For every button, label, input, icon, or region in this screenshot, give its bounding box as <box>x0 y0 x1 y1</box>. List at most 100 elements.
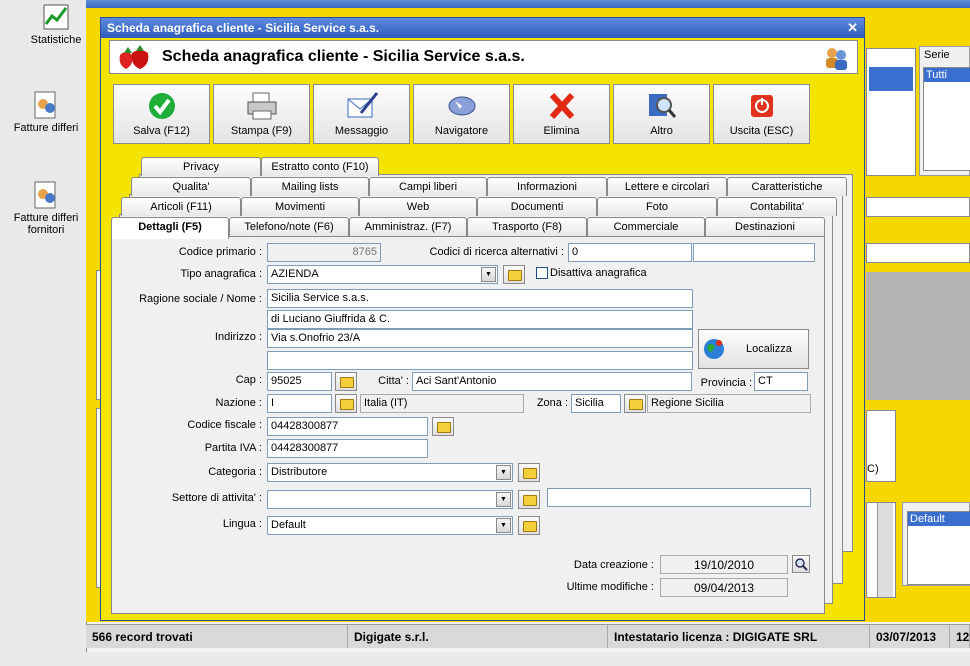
background-list[interactable] <box>866 48 916 176</box>
codice-primario-field: 8765 <box>267 243 381 262</box>
tab-documenti[interactable]: Documenti <box>477 197 597 216</box>
folder-icon[interactable] <box>335 372 357 391</box>
more-button[interactable]: Altro <box>613 84 710 144</box>
tab-caratteristiche[interactable]: Caratteristiche <box>727 177 847 196</box>
serie-list-item[interactable]: Tutti <box>924 68 970 82</box>
language-group: Default <box>902 502 970 586</box>
tab-amministrazione[interactable]: Amministraz. (F7) <box>349 217 467 236</box>
tab-mailing-lists[interactable]: Mailing lists <box>251 177 369 196</box>
ragione-sociale-label: Ragione sociale / Nome : <box>139 293 262 305</box>
chevron-down-icon[interactable]: ▼ <box>481 267 496 282</box>
language-list[interactable]: Default <box>907 511 970 585</box>
tab-campi-liberi[interactable]: Campi liberi <box>369 177 487 196</box>
dialog-header: Scheda anagrafica cliente - Sicilia Serv… <box>109 40 858 74</box>
disattiva-label: Disattiva anagrafica <box>550 267 647 279</box>
tab-destinazioni[interactable]: Destinazioni <box>705 217 825 236</box>
background-gray-area <box>866 272 970 400</box>
exit-button[interactable]: Uscita (ESC) <box>713 84 810 144</box>
zona-label: Zona : <box>536 397 568 409</box>
data-creazione-field: 19/10/2010 <box>660 555 788 574</box>
tab-estratto-conto[interactable]: Estratto conto (F10) <box>261 157 379 176</box>
tab-web[interactable]: Web <box>359 197 477 216</box>
chart-icon <box>43 4 69 30</box>
codici-ricerca-field-2[interactable] <box>693 243 815 262</box>
categoria-label: Categoria : <box>208 466 262 478</box>
tab-contabilita[interactable]: Contabilita' <box>717 197 837 216</box>
folder-icon[interactable] <box>518 490 540 509</box>
nazione-field[interactable]: I <box>267 394 332 413</box>
citta-field[interactable]: Aci Sant'Antonio <box>412 372 692 391</box>
background-box: C) <box>866 410 896 482</box>
provincia-field[interactable]: CT <box>754 372 808 391</box>
partita-iva-field[interactable]: 04428300877 <box>267 439 428 458</box>
message-button[interactable]: Messaggio <box>313 84 410 144</box>
ultime-modifiche-label: Ultime modifiche : <box>566 581 654 593</box>
folder-icon[interactable] <box>335 394 357 413</box>
background-field[interactable] <box>866 197 970 217</box>
language-list-item[interactable]: Default <box>908 512 970 526</box>
chevron-down-icon[interactable]: ▼ <box>496 492 511 507</box>
status-date: 03/07/2013 <box>870 625 950 648</box>
indirizzo-field-2[interactable] <box>267 351 693 370</box>
tab-trasporto[interactable]: Trasporto (F8) <box>467 217 587 236</box>
ultime-modifiche-field: 09/04/2013 <box>660 578 788 597</box>
tab-qualita[interactable]: Qualita' <box>131 177 251 196</box>
lingua-select[interactable]: Default ▼ <box>267 516 513 535</box>
indirizzo-field-1[interactable]: Via s.Onofrio 23/A <box>267 329 693 348</box>
tab-lettere-circolari[interactable]: Lettere e circolari <box>607 177 727 196</box>
delete-x-icon <box>549 92 574 120</box>
save-button[interactable]: Salva (F12) <box>113 84 210 144</box>
background-field[interactable] <box>866 243 970 263</box>
tab-articoli[interactable]: Articoli (F11) <box>121 197 241 216</box>
zona-field[interactable]: Sicilia <box>571 394 621 413</box>
desktop-icon-fatture-differite[interactable]: Fatture differi <box>4 90 88 134</box>
localizza-button[interactable]: Localizza <box>698 329 809 369</box>
dialog-title: Scheda anagrafica cliente - Sicilia Serv… <box>107 21 380 35</box>
partita-iva-label: Partita IVA : <box>204 442 262 454</box>
settore-select[interactable]: ▼ <box>267 490 513 509</box>
serie-list[interactable]: Tutti <box>923 67 970 171</box>
users-document-icon <box>34 181 56 209</box>
magnifier-icon[interactable] <box>792 555 810 573</box>
tab-commerciale[interactable]: Commerciale <box>587 217 705 236</box>
settore-label: Settore di attivita' : <box>171 492 262 504</box>
folder-icon[interactable] <box>518 463 540 482</box>
background-grid[interactable] <box>866 502 896 598</box>
data-creazione-label: Data creazione : <box>573 559 654 571</box>
printer-icon <box>247 92 276 120</box>
tab-telefono-note[interactable]: Telefono/note (F6) <box>229 217 349 236</box>
desktop-icon-fatture-fornitori[interactable]: Fatture differi fornitori <box>4 180 88 236</box>
chevron-down-icon[interactable]: ▼ <box>496 465 511 480</box>
print-button[interactable]: Stampa (F9) <box>213 84 310 144</box>
disattiva-checkbox[interactable] <box>536 267 548 279</box>
chevron-down-icon[interactable]: ▼ <box>496 518 511 533</box>
provincia-label: Provincia : <box>700 377 752 389</box>
background-window-titlebar <box>86 0 970 8</box>
ragione-sociale-field-2[interactable]: di Luciano Giuffrida & C. <box>267 310 693 329</box>
strawberry-logo-icon <box>119 45 149 69</box>
categoria-select[interactable]: Distributore ▼ <box>267 463 513 482</box>
delete-button[interactable]: Elimina <box>513 84 610 144</box>
folder-icon[interactable] <box>432 417 454 436</box>
indirizzo-label: Indirizzo : <box>214 331 262 343</box>
folder-icon[interactable] <box>503 265 525 284</box>
tab-informazioni[interactable]: Informazioni <box>487 177 607 196</box>
folder-icon[interactable] <box>518 516 540 535</box>
desktop-icon-label: Fatture differi fornitori <box>13 212 79 236</box>
cap-field[interactable]: 95025 <box>267 372 332 391</box>
close-icon[interactable]: ✕ <box>847 20 858 36</box>
navigator-button[interactable]: Navigatore <box>413 84 510 144</box>
tab-movimenti[interactable]: Movimenti <box>241 197 359 216</box>
settore-description-field[interactable] <box>547 488 811 507</box>
dialog-titlebar[interactable]: Scheda anagrafica cliente - Sicilia Serv… <box>101 18 864 38</box>
codici-ricerca-field-1[interactable]: 0 <box>568 243 692 262</box>
ragione-sociale-field-1[interactable]: Sicilia Service s.a.s. <box>267 289 693 308</box>
tab-foto[interactable]: Foto <box>597 197 717 216</box>
tab-dettagli[interactable]: Dettagli (F5) <box>111 217 229 239</box>
tipo-anagrafica-select[interactable]: AZIENDA ▼ <box>267 265 498 284</box>
tab-privacy[interactable]: Privacy <box>141 157 261 176</box>
folder-icon[interactable] <box>624 394 646 413</box>
codice-fiscale-field[interactable]: 04428300877 <box>267 417 428 436</box>
codice-primario-label: Codice primario : <box>178 246 262 258</box>
codici-ricerca-label: Codici di ricerca alternativi : <box>429 246 565 258</box>
